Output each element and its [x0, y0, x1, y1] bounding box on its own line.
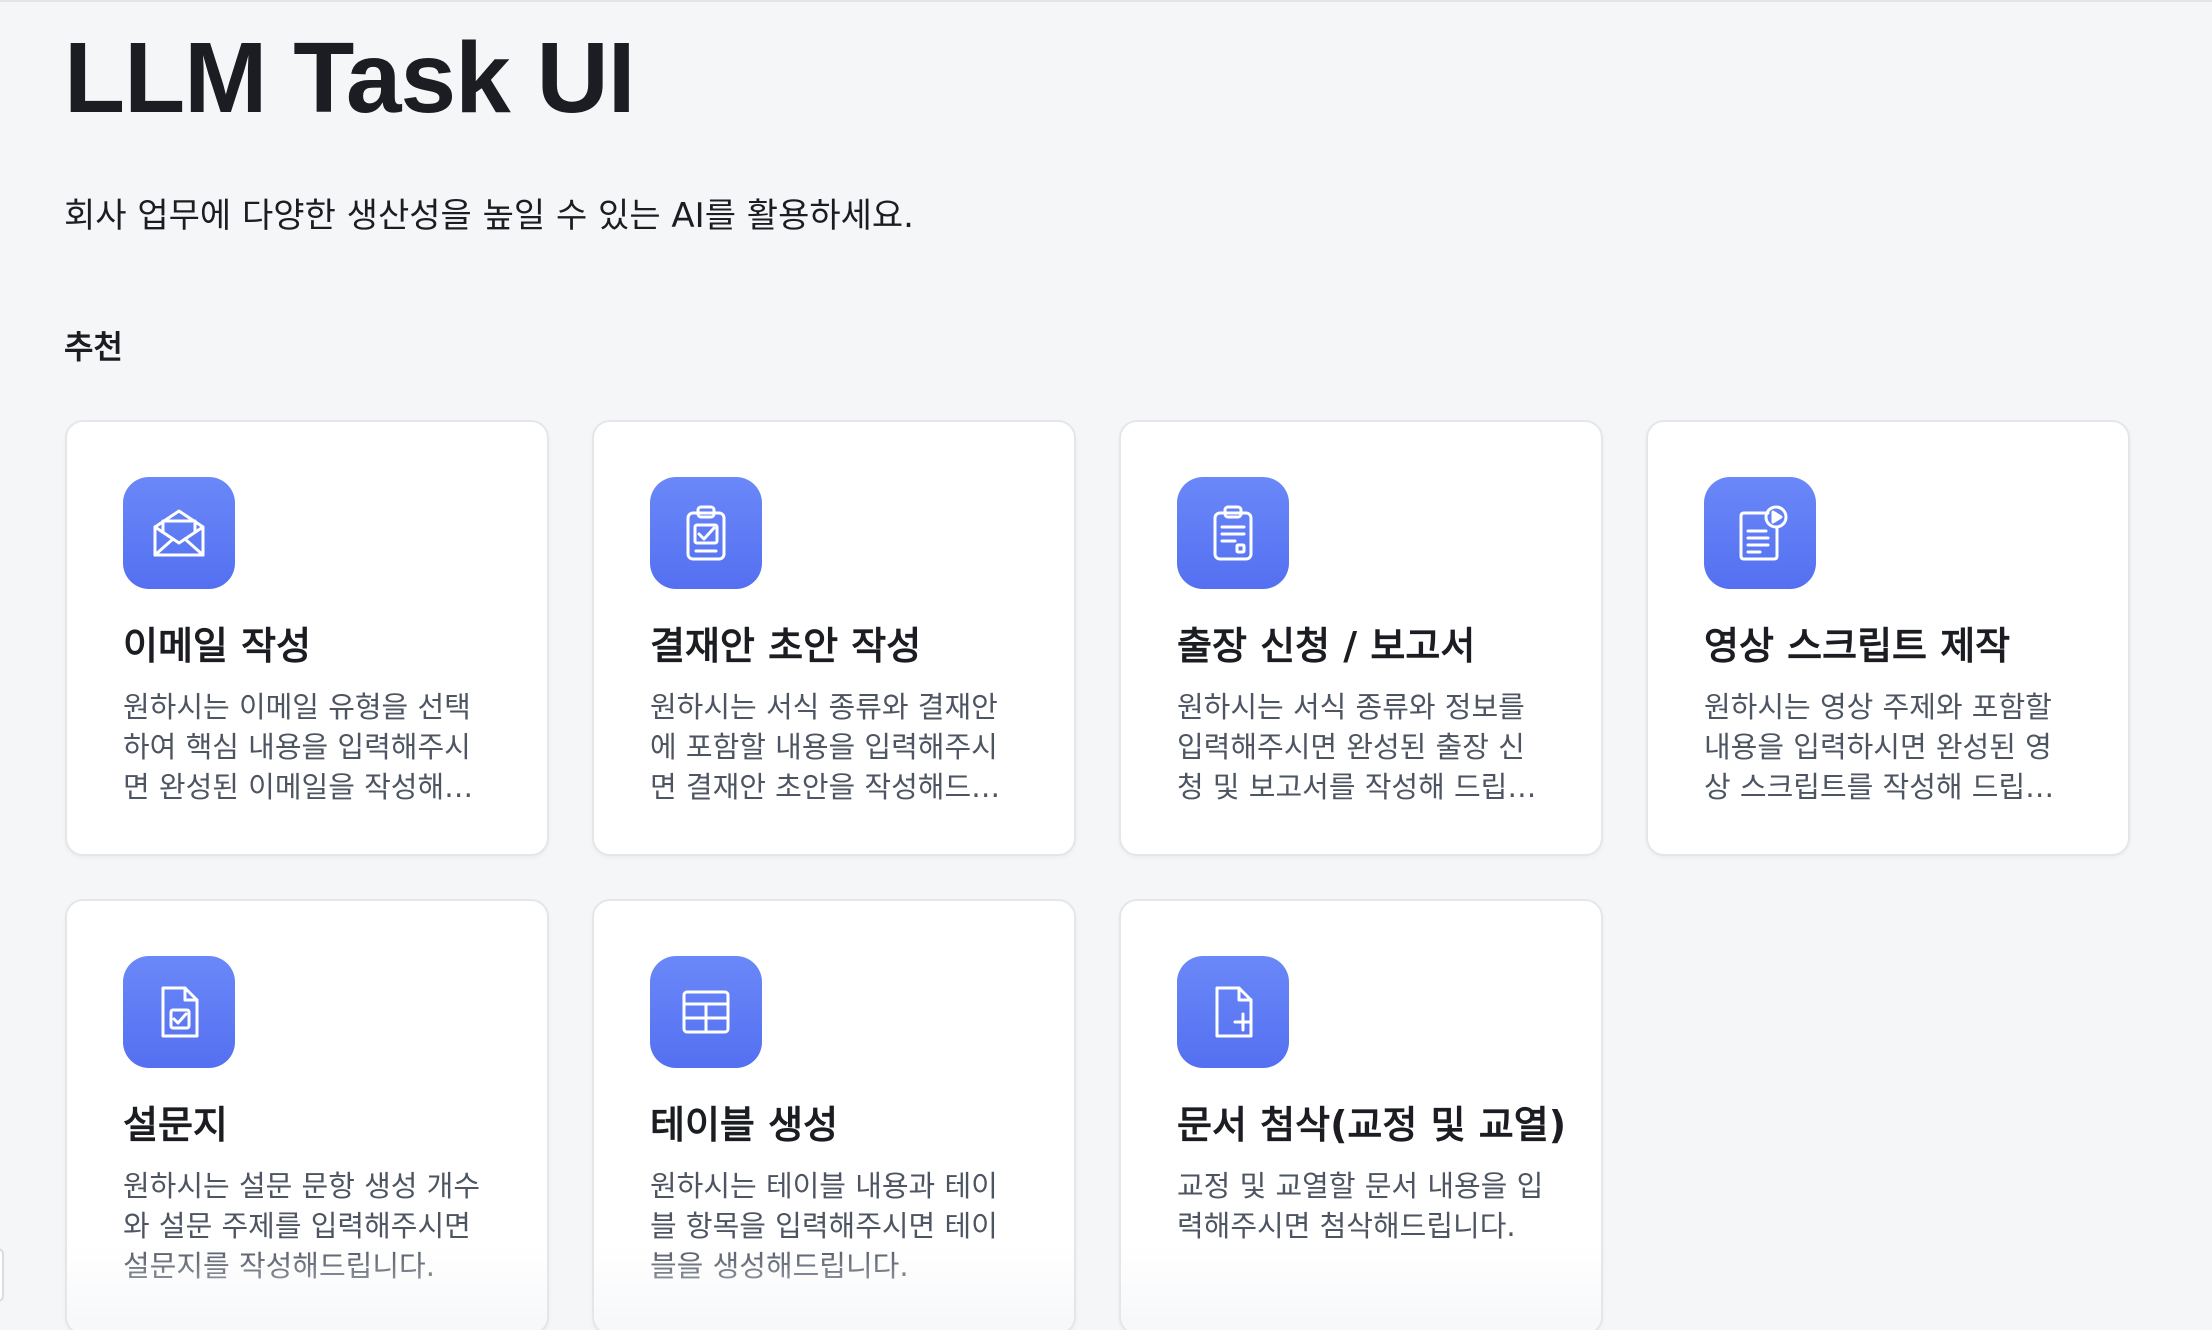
card-title: 문서 첨삭(교정 및 교열) [1177, 1103, 1567, 1147]
page-title: LLM Task UI [64, 22, 636, 134]
card-title: 영상 스크립트 제작 [1704, 624, 2011, 668]
card-description: 원하시는 서식 종류와 정보를 입력해주시면 완성된 출장 신청 및 보고서를 … [1177, 690, 1535, 804]
document-check-icon [123, 956, 235, 1068]
top-divider [0, 0, 2212, 2]
card-title: 출장 신청 / 보고서 [1177, 624, 1476, 668]
task-card-video-script[interactable]: 영상 스크립트 제작 원하시는 영상 주제와 포함할 내용을 입력하시면 완성된… [1646, 420, 2130, 856]
task-card-approval-draft[interactable]: 결재안 초안 작성 원하시는 서식 종류와 결재안에 포함할 내용을 입력해주시… [592, 420, 1076, 856]
section-label-recommended: 추천 [64, 328, 123, 366]
envelope-icon [123, 477, 235, 589]
card-title: 설문지 [123, 1103, 228, 1147]
clipboard-list-icon [1177, 477, 1289, 589]
bottom-fade [1121, 1243, 1601, 1330]
task-card-document-proofreading[interactable]: 문서 첨삭(교정 및 교열) 교정 및 교열할 문서 내용을 입력해주시면 첨삭… [1119, 899, 1603, 1330]
task-card-survey[interactable]: 설문지 원하시는 설문 문항 생성 개수와 설문 주제를 입력해주시면 설문지를… [65, 899, 549, 1330]
card-title: 이메일 작성 [123, 624, 312, 668]
page: LLM Task UI 회사 업무에 다양한 생산성을 높일 수 있는 AI를 … [0, 0, 2212, 1330]
card-title: 결재안 초안 작성 [650, 624, 922, 668]
task-card-business-trip[interactable]: 출장 신청 / 보고서 원하시는 서식 종류와 정보를 입력해주시면 완성된 출… [1119, 420, 1603, 856]
card-description: 교정 및 교열할 문서 내용을 입력해주시면 첨삭해드립니다. [1177, 1169, 1544, 1243]
task-card-table-generation[interactable]: 테이블 생성 원하시는 테이블 내용과 테이블 항목을 입력해주시면 테이블을 … [592, 899, 1076, 1330]
card-description: 원하시는 서식 종류와 결재안에 포함할 내용을 입력해주시면 결재안 초안을 … [650, 690, 998, 804]
card-description: 원하시는 영상 주제와 포함할 내용을 입력하시면 완성된 영상 스크립트를 작… [1704, 690, 2052, 804]
document-plus-icon [1177, 956, 1289, 1068]
card-title: 테이블 생성 [650, 1103, 839, 1147]
sidebar-toggle-handle[interactable] [0, 1248, 4, 1302]
task-card-grid: 이메일 작성 원하시는 이메일 유형을 선택하여 핵심 내용을 입력해주시면 완… [65, 420, 2130, 1330]
task-card-email[interactable]: 이메일 작성 원하시는 이메일 유형을 선택하여 핵심 내용을 입력해주시면 완… [65, 420, 549, 856]
page-subtitle: 회사 업무에 다양한 생산성을 높일 수 있는 AI를 활용하세요. [64, 196, 914, 236]
card-description: 원하시는 이메일 유형을 선택하여 핵심 내용을 입력해주시면 완성된 이메일을… [123, 690, 471, 804]
clipboard-check-icon [650, 477, 762, 589]
card-description: 원하시는 설문 문항 생성 개수와 설문 주제를 입력해주시면 설문지를 작성해… [123, 1169, 481, 1283]
table-icon [650, 956, 762, 1068]
card-description: 원하시는 테이블 내용과 테이블 항목을 입력해주시면 테이블을 생성해드립니다… [650, 1169, 998, 1283]
document-play-icon [1704, 477, 1816, 589]
